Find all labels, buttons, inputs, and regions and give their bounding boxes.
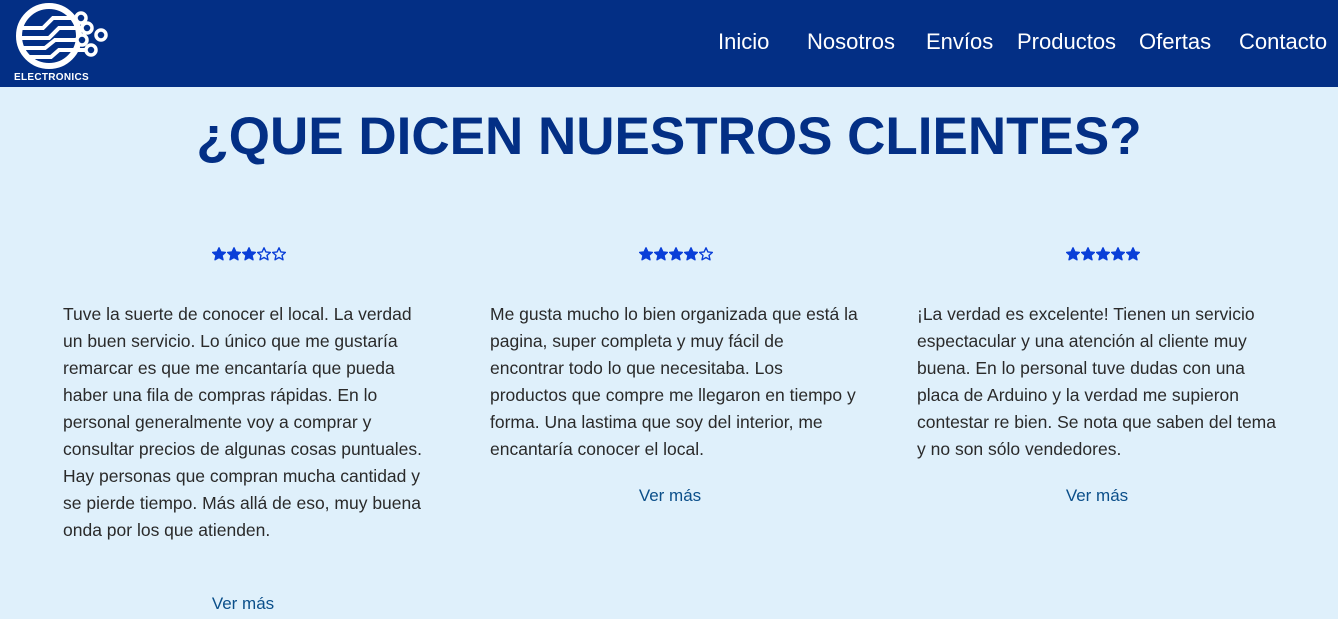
star-filled-icon [684,246,698,261]
star-filled-icon [227,246,241,261]
star-outline-icon [272,246,286,261]
star-rating [917,245,1289,263]
star-outline-icon [699,246,713,261]
star-filled-icon [1126,246,1140,261]
testimonial-card: ¡La verdad es excelente! Tienen un servi… [917,245,1289,463]
testimonial-card: Me gusta mucho lo bien organizada que es… [490,245,862,463]
nav-item-contacto[interactable]: Contacto [1239,29,1327,55]
star-filled-icon [669,246,683,261]
star-rating [63,245,435,263]
star-filled-icon [639,246,653,261]
navbar: ELECTRONICS Inicio Nosotros Envíos Produ… [0,0,1338,87]
nav-item-ofertas[interactable]: Ofertas [1139,29,1211,55]
testimonial-card: Tuve la suerte de conocer el local. La v… [63,245,435,544]
nav-item-envios[interactable]: Envíos [926,29,993,55]
testimonial-text: Tuve la suerte de conocer el local. La v… [63,304,422,540]
star-filled-icon [242,246,256,261]
star-filled-icon [1066,246,1080,261]
star-filled-icon [1081,246,1095,261]
star-filled-icon [1096,246,1110,261]
star-filled-icon [1111,246,1125,261]
brand-name: ELECTRONICS [14,72,89,83]
ver-mas-link[interactable]: Ver más [580,486,760,506]
testimonial-text: Me gusta mucho lo bien organizada que es… [490,304,858,459]
page-title: ¿QUE DICEN NUESTROS CLIENTES? [196,107,1142,166]
star-filled-icon [654,246,668,261]
ver-mas-link[interactable]: Ver más [153,594,333,614]
brand-logo[interactable]: ELECTRONICS [12,2,112,84]
star-outline-icon [257,246,271,261]
circuit-logo-icon [16,3,108,69]
star-rating [490,245,862,263]
nav-item-productos[interactable]: Productos [1017,29,1116,55]
ver-mas-link[interactable]: Ver más [1007,486,1187,506]
star-filled-icon [212,246,226,261]
testimonial-text: ¡La verdad es excelente! Tienen un servi… [917,304,1276,459]
nav-item-nosotros[interactable]: Nosotros [807,29,895,55]
nav-item-inicio[interactable]: Inicio [718,29,769,55]
